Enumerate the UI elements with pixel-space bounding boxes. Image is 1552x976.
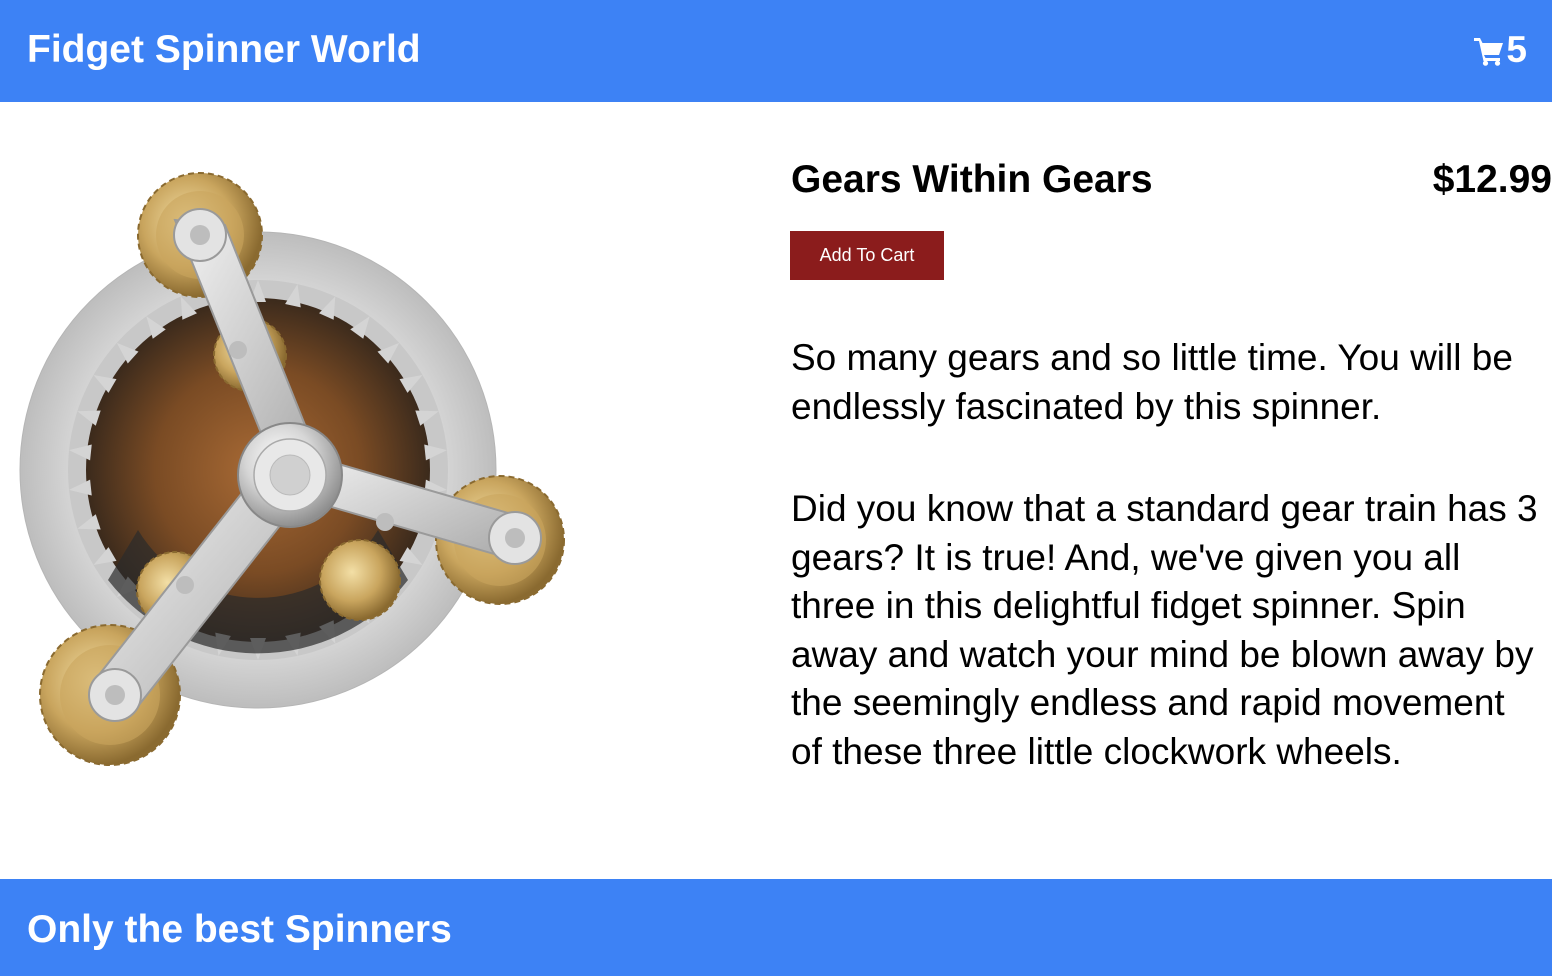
product-name: Gears Within Gears xyxy=(791,158,1153,201)
product-image xyxy=(0,150,580,790)
footer-tagline: Only the best Spinners xyxy=(27,908,452,951)
cart-button[interactable]: 5 xyxy=(1473,28,1527,72)
product-description-paragraph: Did you know that a standard gear train … xyxy=(791,488,1538,772)
site-title[interactable]: Fidget Spinner World xyxy=(27,26,421,74)
cart-count: 5 xyxy=(1506,29,1527,70)
product-price: $12.99 xyxy=(1432,158,1552,201)
product-description-paragraph: So many gears and so little time. You wi… xyxy=(791,337,1513,427)
shopping-cart-icon xyxy=(1474,38,1504,66)
site-header: Fidget Spinner World 5 xyxy=(0,0,1552,102)
site-footer: Only the best Spinners xyxy=(0,879,1552,976)
add-to-cart-button[interactable]: Add To Cart xyxy=(790,231,944,280)
gear-fidget-spinner-image xyxy=(19,172,565,766)
